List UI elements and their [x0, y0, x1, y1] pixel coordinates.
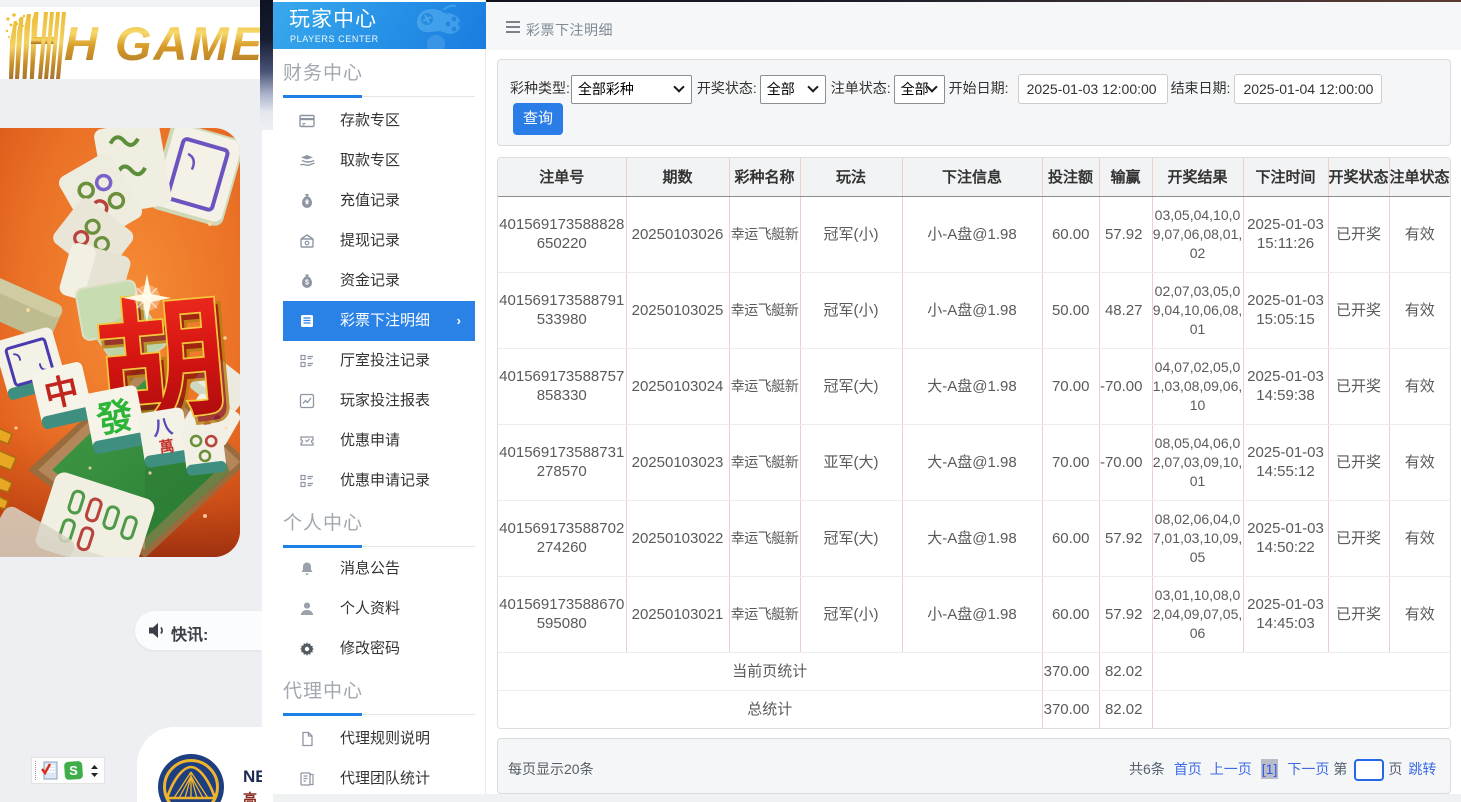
svg-text:$: $	[305, 280, 309, 287]
svg-text:萬: 萬	[158, 437, 176, 457]
svg-text:S: S	[69, 763, 78, 778]
svg-text:發: 發	[92, 394, 136, 441]
